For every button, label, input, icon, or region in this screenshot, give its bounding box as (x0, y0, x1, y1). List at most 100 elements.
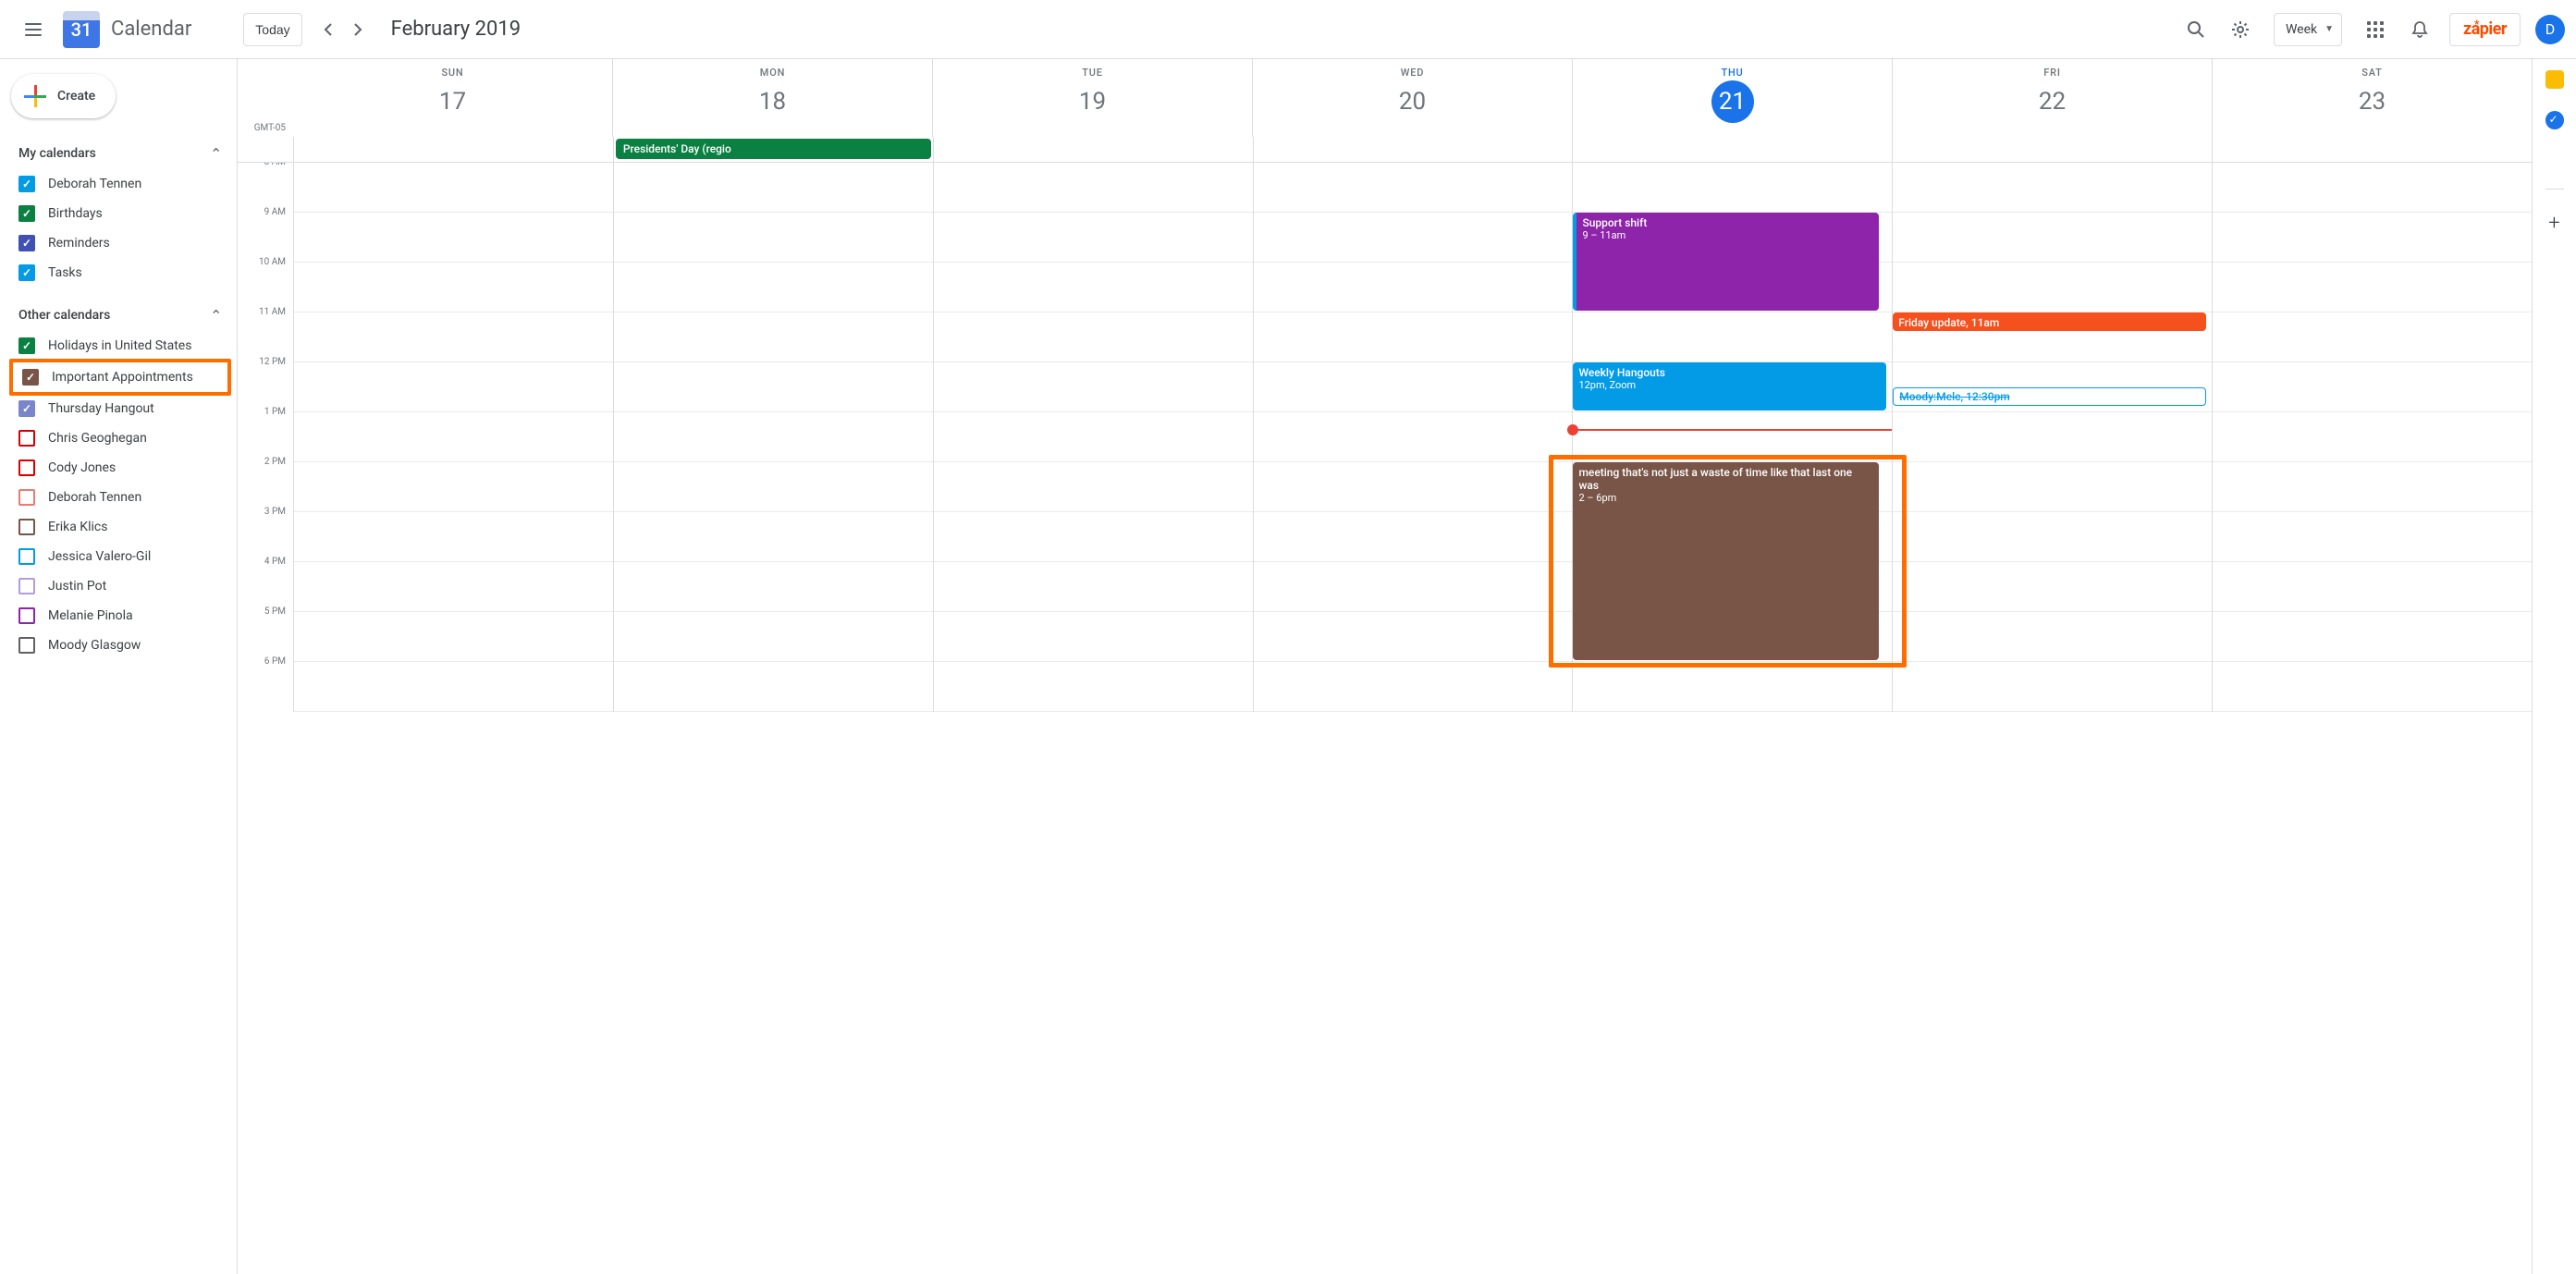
day-header[interactable]: SAT23 (2212, 59, 2532, 137)
calendar-checkbox[interactable] (18, 400, 35, 417)
day-column[interactable]: Support shift9 – 11am Weekly Hangouts12pm… (1572, 163, 1892, 712)
day-column[interactable]: Friday update, 11am Moody:Melc, 12:30pm (1892, 163, 2212, 712)
calendar-label: Cody Jones (48, 460, 116, 475)
calendar-checkbox[interactable] (18, 337, 35, 354)
create-button[interactable]: Create (11, 74, 116, 118)
calendar-item[interactable]: Holidays in United States (15, 331, 229, 361)
time-label: 5 PM (238, 606, 293, 656)
calendar-event[interactable]: Weekly Hangouts12pm, Zoom (1573, 362, 1886, 410)
calendar-item[interactable]: Thursday Hangout (15, 394, 229, 423)
calendar-item[interactable]: Cody Jones (15, 453, 229, 483)
account-avatar[interactable]: D (2535, 15, 2565, 44)
other-calendars-header[interactable]: Other calendars ⌄ (7, 299, 237, 331)
day-column[interactable] (613, 163, 933, 712)
calendar-item[interactable]: Melanie Pinola (15, 601, 229, 631)
google-apps-button[interactable] (2357, 11, 2394, 48)
prev-week-button[interactable] (313, 15, 343, 44)
allday-cell-wed[interactable] (1253, 137, 1573, 162)
day-number[interactable]: 19 (1072, 80, 1114, 123)
day-column[interactable] (1253, 163, 1573, 712)
time-label: 10 AM (238, 257, 293, 307)
calendar-item[interactable]: Justin Pot (15, 571, 229, 601)
notifications-button[interactable] (2401, 11, 2438, 48)
chevron-left-icon (324, 22, 333, 37)
day-of-week: SUN (293, 67, 612, 79)
calendar-event[interactable]: meeting that's not just a waste of time … (1573, 462, 1879, 660)
allday-cell-thu[interactable] (1572, 137, 1892, 162)
zapier-badge[interactable]: zapier (2449, 13, 2521, 46)
calendar-checkbox[interactable] (18, 548, 35, 565)
app-title: Calendar (111, 18, 191, 41)
calendar-item[interactable]: Deborah Tennen (15, 483, 229, 512)
plus-icon (24, 85, 46, 107)
allday-cell-mon[interactable]: Presidents' Day (regio (613, 137, 933, 162)
calendar-checkbox[interactable] (18, 607, 35, 624)
tasks-icon[interactable] (2545, 111, 2564, 129)
calendar-checkbox[interactable] (18, 205, 35, 222)
calendar-item[interactable]: Reminders (15, 228, 229, 258)
view-selector[interactable]: Week ▼ (2274, 13, 2342, 46)
apps-grid-icon (2367, 21, 2384, 38)
calendar-label: Tasks (48, 265, 82, 280)
day-header[interactable]: MON18 (612, 59, 932, 137)
calendar-item[interactable]: Birthdays (15, 199, 229, 228)
keep-icon[interactable] (2545, 70, 2564, 89)
time-label: 1 PM (238, 407, 293, 457)
day-number[interactable]: 22 (2031, 80, 2074, 123)
time-label: 9 AM (238, 207, 293, 257)
calendar-checkbox[interactable] (18, 578, 35, 594)
day-column[interactable] (293, 163, 613, 712)
calendar-event[interactable]: Friday update, 11am (1893, 312, 2206, 331)
next-week-button[interactable] (343, 15, 373, 44)
day-header[interactable]: SUN17 (293, 59, 612, 137)
day-of-week: WED (1253, 67, 1572, 79)
allday-cell-sun[interactable] (293, 137, 613, 162)
time-label: 3 PM (238, 507, 293, 557)
day-of-week: SAT (2213, 67, 2532, 79)
calendar-event[interactable]: Support shift9 – 11am (1573, 213, 1879, 311)
my-calendars-header[interactable]: My calendars ⌄ (7, 137, 237, 169)
calendar-item[interactable]: Tasks (15, 258, 229, 288)
calendar-item[interactable]: Moody Glasgow (15, 631, 229, 660)
calendar-checkbox[interactable] (22, 369, 39, 386)
allday-cell-fri[interactable] (1892, 137, 2212, 162)
side-panel: + (2532, 59, 2576, 1274)
calendar-item[interactable]: Jessica Valero-Gil (15, 542, 229, 571)
chevron-right-icon (353, 22, 362, 37)
calendar-item[interactable]: Deborah Tennen (15, 169, 229, 199)
day-header[interactable]: TUE19 (932, 59, 1252, 137)
allday-cell-tue[interactable] (933, 137, 1253, 162)
day-number[interactable]: 23 (2351, 80, 2394, 123)
calendar-label: Holidays in United States (48, 338, 191, 353)
calendar-checkbox[interactable] (18, 519, 35, 535)
calendar-item[interactable]: Chris Geoghegan (15, 423, 229, 453)
calendar-checkbox[interactable] (18, 489, 35, 506)
day-number[interactable]: 17 (432, 80, 474, 123)
calendar-checkbox[interactable] (18, 459, 35, 476)
event-title: Friday update, 11am (1898, 316, 2201, 329)
search-button[interactable] (2177, 11, 2214, 48)
today-button[interactable]: Today (243, 13, 301, 46)
calendar-checkbox[interactable] (18, 430, 35, 447)
day-header[interactable]: WED20 (1252, 59, 1572, 137)
calendar-checkbox[interactable] (18, 264, 35, 281)
calendar-checkbox[interactable] (18, 176, 35, 192)
calendar-event[interactable]: Moody:Melc, 12:30pm (1893, 387, 2206, 406)
main-menu-button[interactable] (11, 7, 55, 52)
day-column[interactable] (933, 163, 1253, 712)
bell-icon (2411, 20, 2428, 39)
day-header[interactable]: FRI22 (1892, 59, 2212, 137)
day-number[interactable]: 18 (752, 80, 794, 123)
allday-event[interactable]: Presidents' Day (regio (616, 139, 931, 159)
day-header[interactable]: THU21 (1572, 59, 1892, 137)
calendar-checkbox[interactable] (18, 637, 35, 654)
allday-cell-sat[interactable] (2212, 137, 2532, 162)
calendar-item[interactable]: Important Appointments (18, 362, 226, 392)
day-column[interactable] (2212, 163, 2532, 712)
day-number[interactable]: 20 (1392, 80, 1434, 123)
calendar-item[interactable]: Erika Klics (15, 512, 229, 542)
settings-button[interactable] (2222, 11, 2259, 48)
add-addon-button[interactable]: + (2548, 212, 2559, 235)
day-number[interactable]: 21 (1711, 80, 1754, 123)
calendar-checkbox[interactable] (18, 235, 35, 251)
